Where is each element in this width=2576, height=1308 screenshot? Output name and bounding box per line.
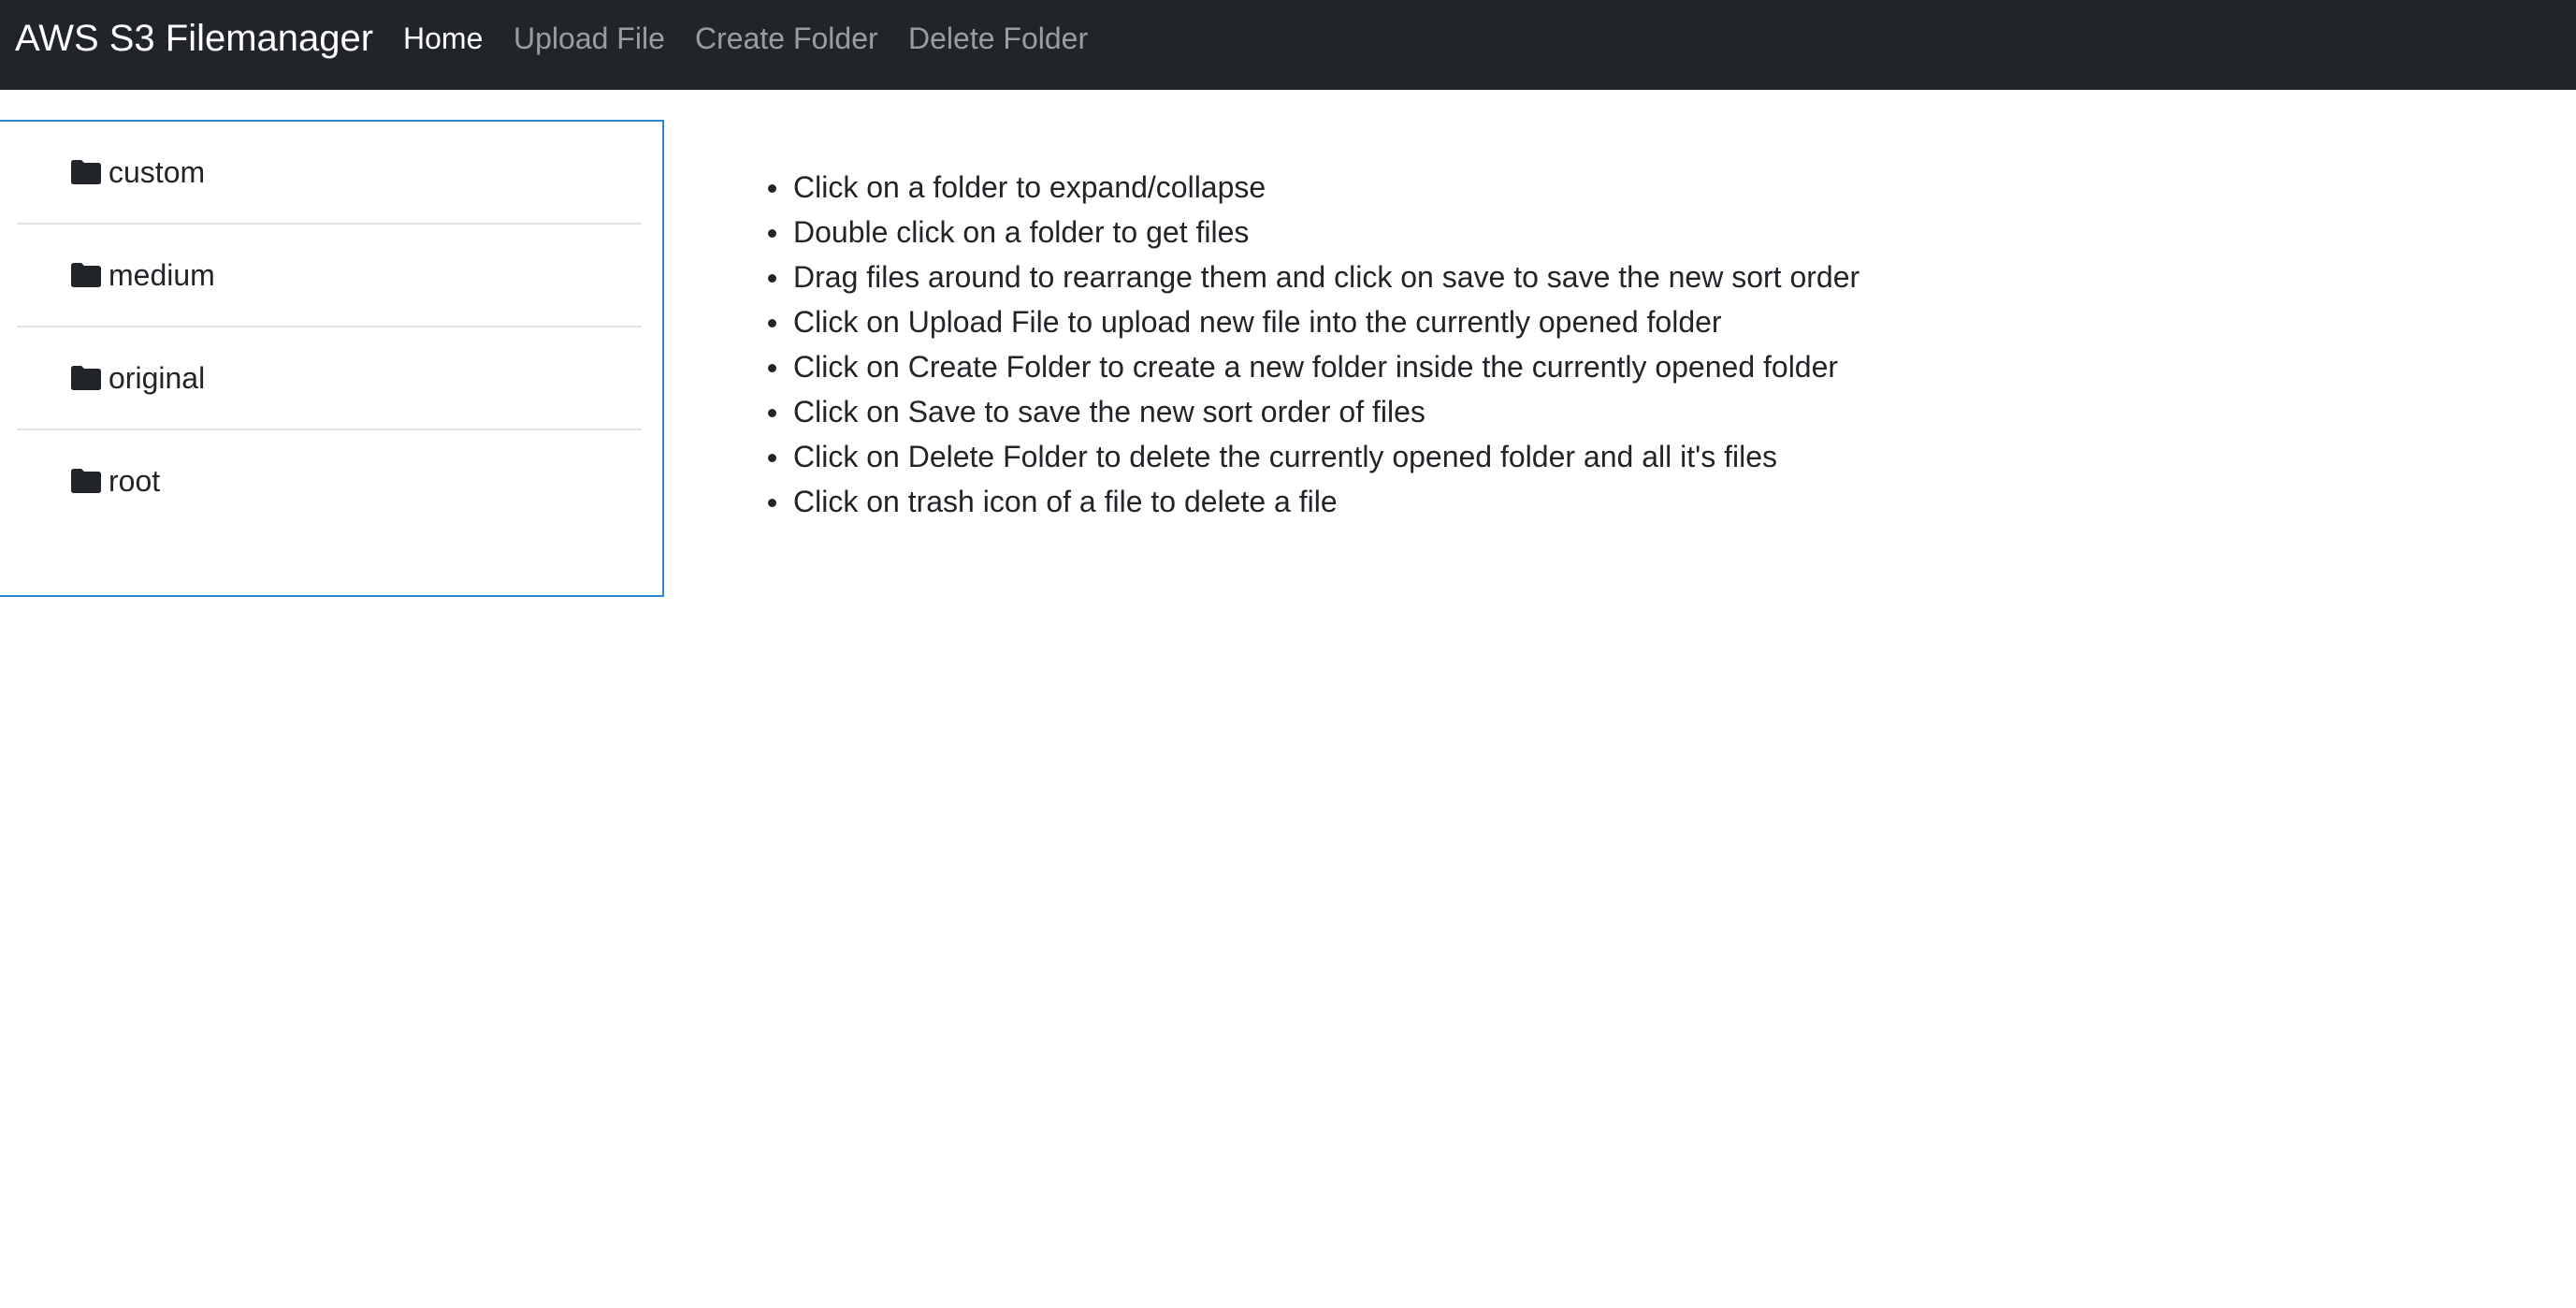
folder-tree-panel: custom medium original root — [0, 120, 664, 597]
nav-link-create-folder[interactable]: Create Folder — [695, 0, 878, 77]
folder-icon — [71, 469, 101, 493]
folder-label: original — [109, 361, 206, 395]
nav-link-upload-file[interactable]: Upload File — [514, 0, 665, 77]
instruction-item: Click on Create Folder to create a new f… — [767, 344, 1860, 389]
folder-label: root — [109, 464, 161, 498]
folder-item-root[interactable]: root — [17, 430, 642, 533]
folder-item-original[interactable]: original — [17, 327, 642, 430]
instructions-list: Click on a folder to expand/collapse Dou… — [767, 165, 1860, 524]
folder-icon — [71, 366, 101, 390]
instruction-item: Click on Delete Folder to delete the cur… — [767, 434, 1860, 479]
instruction-item: Click on trash icon of a file to delete … — [767, 479, 1860, 524]
instruction-item: Click on Save to save the new sort order… — [767, 389, 1860, 434]
instruction-item: Drag files around to rearrange them and … — [767, 254, 1860, 299]
folder-icon — [71, 263, 101, 287]
navbar-brand[interactable]: AWS S3 Filemanager — [15, 0, 373, 77]
folder-icon — [71, 160, 101, 184]
folder-item-custom[interactable]: custom — [17, 122, 642, 225]
folder-label: medium — [109, 258, 215, 292]
nav-link-home[interactable]: Home — [403, 0, 483, 77]
folder-label: custom — [109, 155, 206, 189]
nav-link-delete-folder[interactable]: Delete Folder — [908, 0, 1088, 77]
folder-list: custom medium original root — [17, 122, 642, 533]
instruction-item: Click on a folder to expand/collapse — [767, 165, 1860, 210]
instruction-item: Click on Upload File to upload new file … — [767, 299, 1860, 344]
folder-item-medium[interactable]: medium — [17, 225, 642, 327]
instruction-item: Double click on a folder to get files — [767, 210, 1860, 254]
top-navbar: AWS S3 Filemanager Home Upload File Crea… — [0, 0, 2576, 90]
